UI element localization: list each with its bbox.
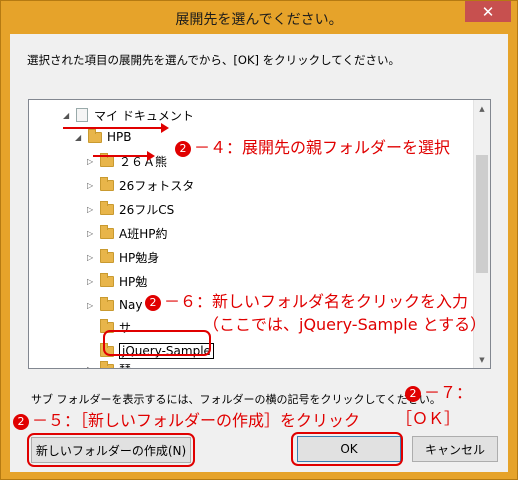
extract-dialog: 展開先を選んでください。 ✕ 選択された項目の展開先を選んでから、[OK] をク… [0, 0, 518, 480]
tree-item-folder[interactable]: ▷ HP勉身 [87, 246, 159, 268]
step-number-badge: 2 [175, 141, 191, 157]
close-icon: ✕ [481, 2, 495, 21]
expand-icon[interactable]: ◢ [75, 133, 85, 142]
annotation-step4: 2 －４：展開先の親フォルダーを選択 [175, 134, 450, 158]
folder-icon [100, 248, 114, 263]
subfolder-hint: サブ フォルダーを表示するには、フォルダーの横の記号をクリックしてください。 [31, 393, 441, 406]
tree-item-folder[interactable]: ▷ Nay [87, 294, 142, 316]
cancel-button[interactable]: キャンセル [412, 436, 498, 462]
expand-icon[interactable]: ▷ [87, 365, 97, 369]
expand-icon[interactable]: ▷ [87, 277, 97, 286]
tree-item-label: マイ ドキュメント [94, 108, 194, 123]
tree-item-label: 琴 [119, 361, 131, 369]
tree-item-folder[interactable]: ▷ 琴 [87, 358, 131, 369]
expand-icon[interactable]: ▷ [87, 253, 97, 262]
expand-icon[interactable]: ▷ [87, 157, 97, 166]
tree-item-folder[interactable]: ▷ ２６Ａ熊 [87, 150, 167, 172]
window-title: 展開先を選んでください。 [175, 12, 343, 28]
folder-icon [100, 296, 114, 311]
folder-icon [88, 128, 102, 143]
tree-item-folder[interactable]: ▷ HP勉 [87, 270, 147, 292]
annotation-arrow [63, 123, 169, 133]
tree-item-my-documents[interactable]: ◢ マイ ドキュメント [63, 104, 194, 126]
annotation-step7-ok: ［ＯＫ］ [396, 409, 461, 428]
instruction-text: 選択された項目の展開先を選んでから、[OK] をクリックしてください。 [27, 53, 400, 67]
step-number-badge: 2 [405, 386, 421, 402]
annotation-step7: 2 －７： [405, 379, 472, 403]
folder-icon [100, 224, 114, 239]
tree-item-folder[interactable]: ▷ 26フルCS [87, 198, 174, 220]
scroll-down-icon[interactable]: ▼ [474, 351, 490, 368]
folder-icon [100, 272, 114, 287]
tree-item-label: 26フルCS [119, 202, 175, 217]
folder-icon [100, 152, 114, 167]
tree-item-label: HPB [107, 130, 132, 144]
expand-icon[interactable]: ▷ [87, 301, 97, 310]
tree-item-folder[interactable]: ▷ 26フォトスタ [87, 174, 194, 196]
tree-item-label: HP勉身 [119, 250, 160, 265]
tree-item-label: HP勉 [119, 274, 148, 289]
annotation-step6: 2 －６：新しいフォルダ名をクリックを入力 [145, 288, 468, 312]
close-button[interactable]: ✕ [465, 1, 511, 22]
annotation-arrow [93, 151, 155, 161]
expand-icon[interactable]: ▷ [87, 205, 97, 214]
tree-item-label: 26フォトスタ [119, 178, 195, 193]
highlight-new-folder-name [103, 330, 211, 356]
annotation-step5: 2 －５：［新しいフォルダーの作成］をクリック [13, 407, 360, 431]
documents-folder-icon [76, 108, 88, 122]
tree-item-hpb[interactable]: ◢ HPB [75, 126, 132, 148]
folder-icon [100, 176, 114, 191]
expand-icon[interactable]: ▷ [87, 181, 97, 190]
highlight-ok-button [291, 432, 403, 466]
expand-icon[interactable]: ◢ [63, 111, 73, 120]
step-number-badge: 2 [13, 414, 29, 430]
scroll-up-icon[interactable]: ▲ [474, 100, 490, 117]
title-bar[interactable]: 展開先を選んでください。 ✕ [1, 1, 517, 33]
step-number-badge: 2 [145, 295, 161, 311]
tree-item-label: A班HP約 [119, 226, 168, 241]
folder-icon [100, 360, 114, 368]
tree-item-label: Nay [119, 298, 143, 312]
folder-icon [100, 200, 114, 215]
scroll-thumb[interactable] [476, 155, 488, 273]
highlight-new-folder-button [27, 433, 195, 467]
annotation-step6-note: （ここでは、jQuery-Sample とする） [203, 315, 487, 334]
expand-icon[interactable]: ▷ [87, 229, 97, 238]
tree-item-folder[interactable]: ▷ A班HP約 [87, 222, 167, 244]
